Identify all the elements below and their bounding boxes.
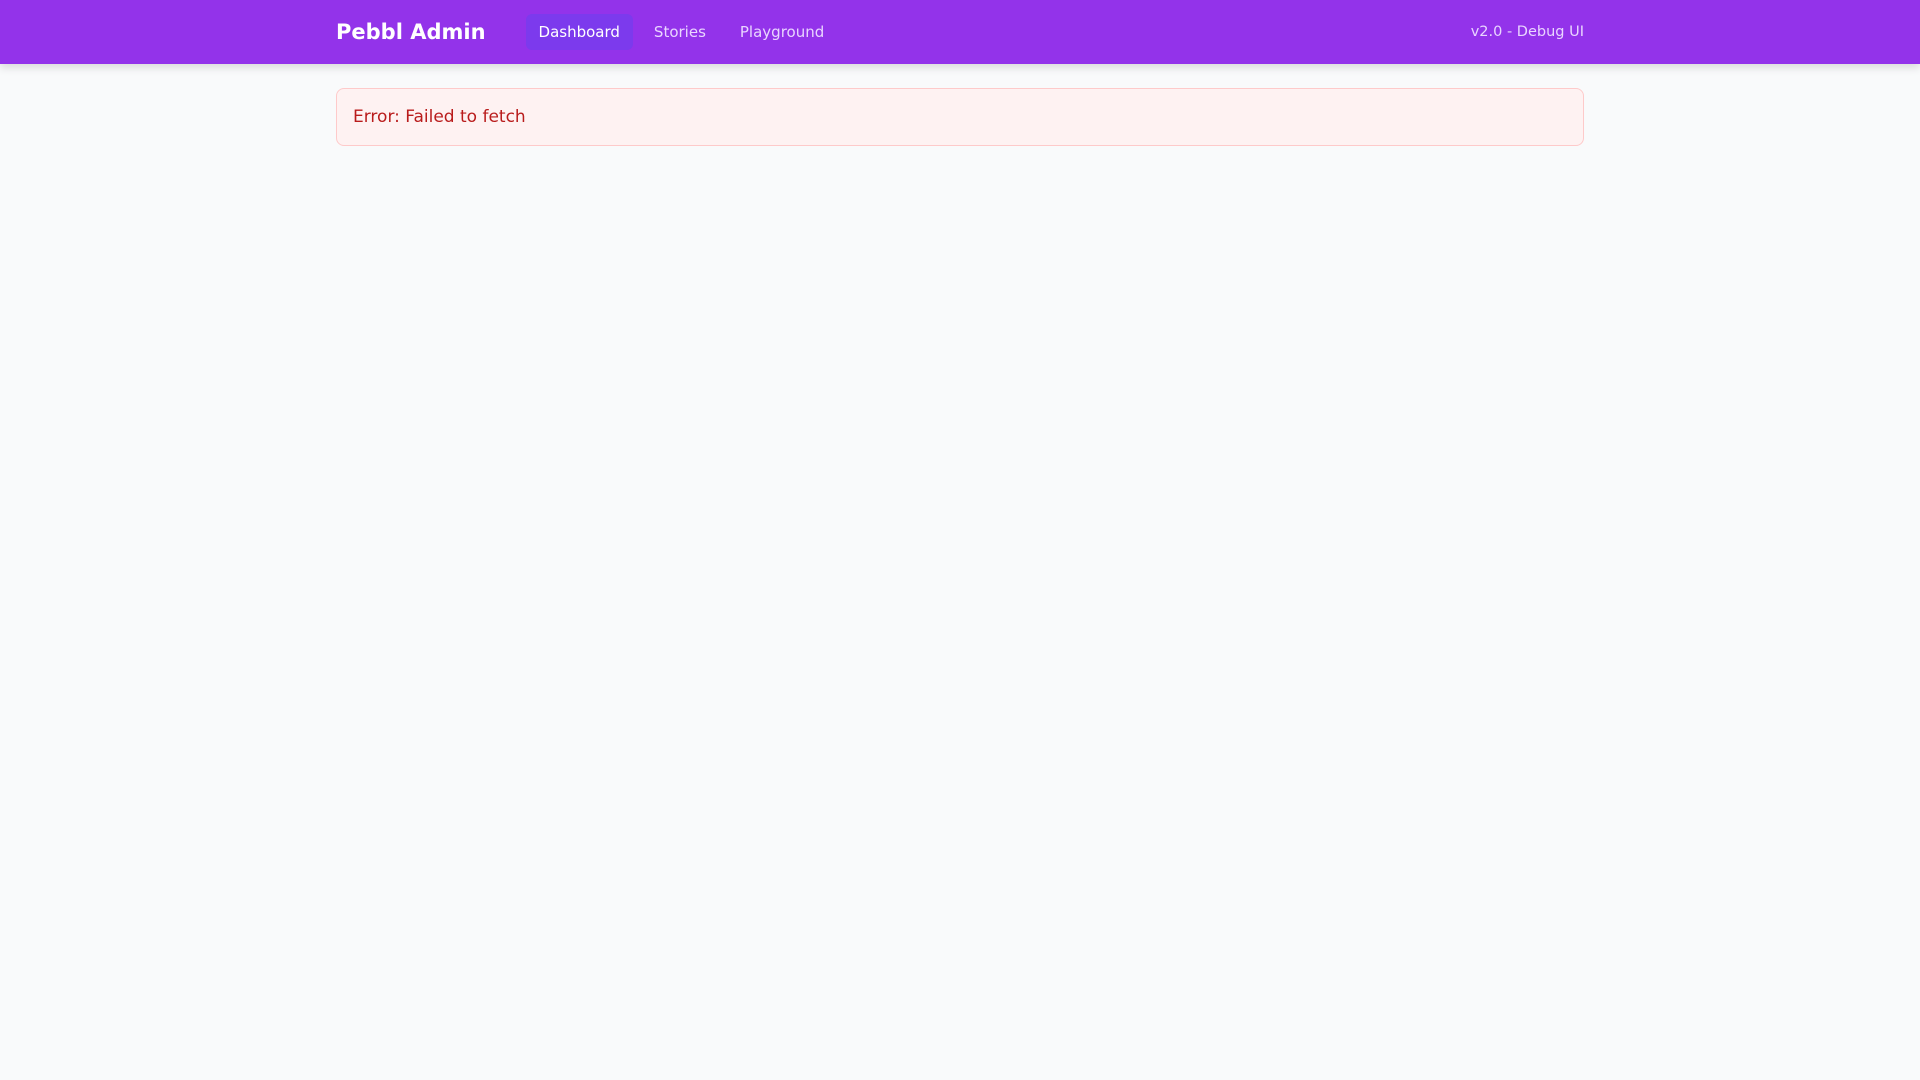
error-message: Error: Failed to fetch	[353, 107, 526, 127]
main-nav: Dashboard Stories Playground	[525, 14, 838, 50]
nav-stories[interactable]: Stories	[641, 14, 719, 50]
app-logo[interactable]: Pebbl Admin	[336, 20, 486, 44]
error-alert: Error: Failed to fetch	[336, 88, 1584, 146]
version-label: v2.0 - Debug UI	[1470, 24, 1584, 40]
top-navbar: Pebbl Admin Dashboard Stories Playground…	[0, 0, 1920, 64]
nav-dashboard[interactable]: Dashboard	[525, 14, 633, 50]
nav-playground[interactable]: Playground	[727, 14, 837, 50]
